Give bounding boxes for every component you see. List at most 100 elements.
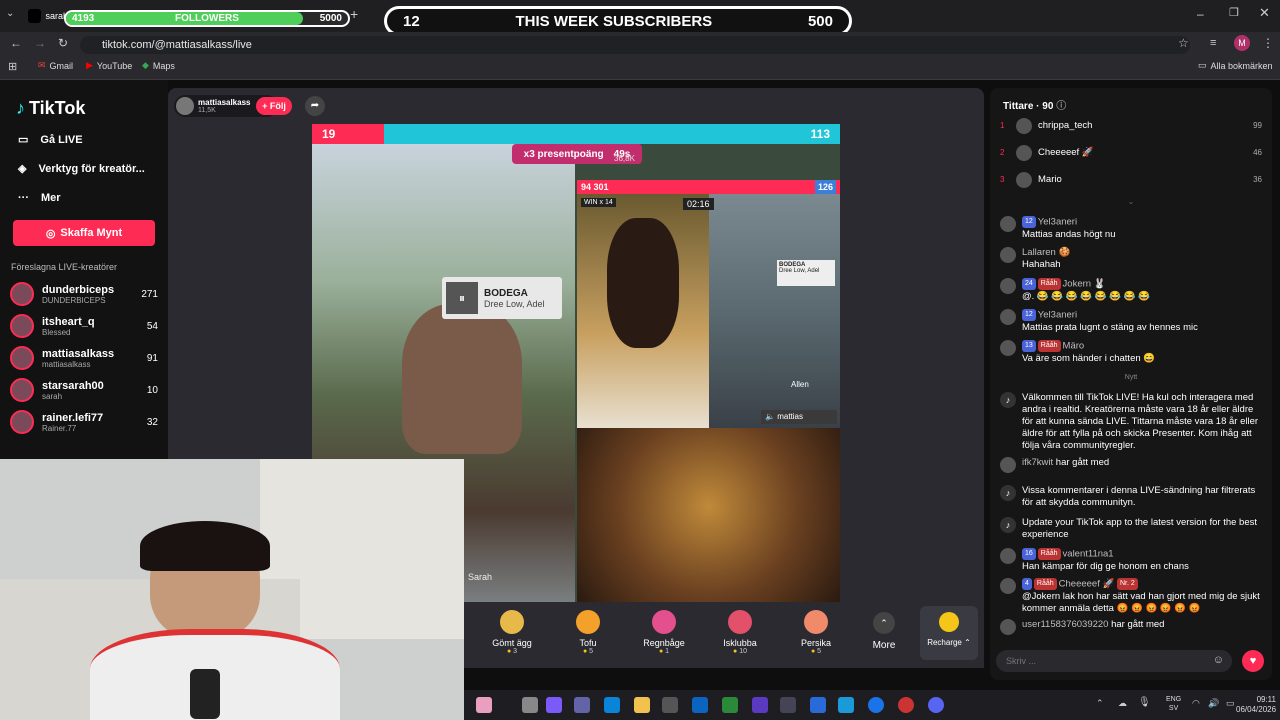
follow-button[interactable]: + Följ xyxy=(256,97,292,115)
browser-menu-icon[interactable]: ⋮ xyxy=(1262,36,1274,50)
volume-icon[interactable]: 🔊 xyxy=(1208,698,1219,709)
nav-go-live[interactable]: ▭ Gå LIVE xyxy=(0,125,168,154)
widgets-icon[interactable] xyxy=(476,697,492,713)
copilot-icon[interactable] xyxy=(546,697,562,713)
chat-message[interactable]: ♪ Update your TikTok app to the latest ve… xyxy=(1000,517,1262,541)
wifi-icon[interactable]: ◠ xyxy=(1192,698,1200,709)
file-explorer-icon[interactable] xyxy=(634,697,650,713)
viewer-score: 46 xyxy=(1253,148,1262,157)
url-input[interactable]: tiktok.com/@mattiasalkass/live xyxy=(80,36,1190,54)
close-window-button[interactable]: ✕ xyxy=(1259,5,1270,21)
chat-text: har gått med xyxy=(1111,619,1165,630)
followers-goal-overlay: 4193 FOLLOWERS 5000 xyxy=(64,10,350,27)
back-icon[interactable]: ← xyxy=(10,36,22,50)
tray-chevron-icon[interactable]: ⌃ xyxy=(1096,698,1104,709)
teams-icon[interactable] xyxy=(574,697,590,713)
store-icon[interactable] xyxy=(662,697,678,713)
forward-icon[interactable]: → xyxy=(34,36,46,50)
gift-item[interactable]: Persika ● 5 xyxy=(786,610,846,655)
get-coins-button[interactable]: ◎ Skaffa Mynt xyxy=(13,220,155,246)
host-likes: 11,5K xyxy=(198,107,216,114)
maximize-button[interactable]: ❐ xyxy=(1229,6,1239,19)
media-control-icon[interactable]: ≡ xyxy=(1210,37,1216,49)
bookmark-star-icon[interactable]: ☆ xyxy=(1178,36,1189,50)
bottom-name: Sarah xyxy=(468,572,493,582)
creator-subtitle: Blessed xyxy=(42,327,71,337)
office-icon[interactable] xyxy=(752,697,768,713)
creator-name: itsheart_q xyxy=(42,315,95,328)
gift-item[interactable]: Tofu ● 5 xyxy=(558,610,618,655)
chat-message[interactable]: 16 Rååh valent11na1 Han kämpar för dig ge h… xyxy=(1000,548,1262,573)
chat-message[interactable]: ifk7kwit har gått med xyxy=(1000,457,1262,473)
language-indicator[interactable]: ENG SV xyxy=(1166,695,1181,713)
bookmark-gmail[interactable]: ✉ Gmail xyxy=(38,60,73,71)
reload-icon[interactable]: ↻ xyxy=(58,36,68,50)
browser-tab[interactable]: sarah xyxy=(28,6,68,26)
new-tab-button[interactable]: + xyxy=(350,6,358,22)
chat-message[interactable]: 12 Yel3aneri Mattias prata lugnt o stäng a… xyxy=(1000,309,1262,334)
song-card[interactable]: ⏸ BODEGA Dree Low, Adel xyxy=(442,277,562,319)
chat-message[interactable]: ♪ Vissa kommentarer i denna LIVE-sändning… xyxy=(1000,485,1262,509)
chat-message[interactable]: Lallaren 🍪 Hahahah xyxy=(1000,247,1262,271)
chat-message[interactable]: 12 Yel3aneri Mattias andas högt nu xyxy=(1000,216,1262,241)
chat-input[interactable] xyxy=(996,650,1196,672)
clock[interactable]: 09:11 06/04/2026 xyxy=(1236,695,1276,715)
suggested-creator[interactable]: starsarah00 sarah 10 xyxy=(0,374,168,406)
viewers-header[interactable]: Tittare · 90 ⓘ xyxy=(1003,97,1066,112)
chat-message[interactable]: ♪ Välkommen till TikTok LIVE! Ha kul och … xyxy=(1000,392,1262,452)
battery-icon[interactable]: ▭ xyxy=(1226,698,1235,709)
minimize-button[interactable]: – xyxy=(1197,7,1204,21)
profile-avatar[interactable]: M xyxy=(1234,35,1250,51)
coin-icon: ● xyxy=(506,648,512,655)
apps-grid-icon[interactable]: ⊞ xyxy=(8,60,17,73)
top-viewer-row[interactable]: 1 chrippa_tech 99 xyxy=(1000,118,1262,134)
more-gifts-button[interactable]: ⌃ More xyxy=(866,612,902,651)
task-view-icon[interactable] xyxy=(522,697,538,713)
mic-icon[interactable]: 🎙 xyxy=(1138,697,1151,708)
recharge-button[interactable]: Recharge ⌃ xyxy=(920,606,978,660)
gift-icon xyxy=(804,610,828,634)
suggested-creator[interactable]: rainer.lefi77 Rainer.77 32 xyxy=(0,406,168,438)
security-icon[interactable] xyxy=(722,697,738,713)
top-viewer-row[interactable]: 2 Cheeeeef 🚀 46 xyxy=(1000,145,1262,161)
heart-like-button[interactable]: ♥ xyxy=(1242,650,1264,672)
chat-message[interactable]: user1158376039220 har gått med xyxy=(1000,619,1262,635)
obs-icon[interactable] xyxy=(898,697,914,713)
gift-name: Tofu xyxy=(579,638,597,648)
app-icon[interactable] xyxy=(780,697,796,713)
discord-icon[interactable] xyxy=(928,697,944,713)
top-viewer-row[interactable]: 3 Mario 36 xyxy=(1000,172,1262,188)
gift-item[interactable]: Regnbåge ● 1 xyxy=(634,610,694,655)
chrome-icon[interactable] xyxy=(868,697,884,713)
chat-username: Märo xyxy=(1062,340,1085,352)
all-bookmarks[interactable]: ▭ Alla bokmärken xyxy=(1198,60,1273,71)
tiktok-logo[interactable]: ♪ TikTok xyxy=(0,80,168,125)
suggested-creator[interactable]: dunderbiceps DUNDERBICEPS 271 xyxy=(0,278,168,310)
gift-name: Persika xyxy=(800,638,831,648)
gmail-icon: ✉ xyxy=(38,60,46,70)
nav-more[interactable]: ··· Mer xyxy=(0,183,168,212)
chat-message[interactable]: 24 Rååh Jokern 🐰 @. 😂 😂 😂 😂 😂 😂 😂 😂 xyxy=(1000,278,1262,303)
emoji-icon[interactable]: ☺ xyxy=(1213,654,1224,666)
share-icon[interactable]: ➦ xyxy=(305,96,325,116)
gift-item[interactable]: Gömt ägg ● 3 xyxy=(482,610,542,655)
edge-icon[interactable] xyxy=(604,697,620,713)
suggested-creator[interactable]: mattiasalkass mattiasalkass 91 xyxy=(0,342,168,374)
gift-icon xyxy=(576,610,600,634)
chat-message[interactable]: 13 Rååh Märo Va äre som händer i chatten 😄 xyxy=(1000,340,1262,365)
bookmark-youtube[interactable]: ▶ YouTube xyxy=(86,60,132,71)
gift-item[interactable]: Isklubba ● 10 xyxy=(710,610,770,655)
nav-creator-tools[interactable]: ◈ Verktyg för kreatör... xyxy=(0,154,168,183)
subscribers-current: 12 xyxy=(403,12,420,30)
media-icon[interactable] xyxy=(838,697,854,713)
tray-app-icon[interactable]: ☁ xyxy=(1118,698,1127,709)
level-badge: 24 xyxy=(1022,278,1036,290)
expand-chevron-icon[interactable]: ⌄ xyxy=(990,197,1272,206)
tab-list-button[interactable]: ⌄ xyxy=(6,8,14,19)
bookmark-maps[interactable]: ◆ Maps xyxy=(142,60,175,71)
outlook-icon[interactable] xyxy=(692,697,708,713)
suggested-creator[interactable]: itsheart_q Blessed 54 xyxy=(0,310,168,342)
photos-icon[interactable] xyxy=(810,697,826,713)
chat-message[interactable]: 4 Rååh Cheeeeef 🚀 Nr. 2 @Jokern lak hon har… xyxy=(1000,578,1262,615)
creator-avatar xyxy=(10,378,34,402)
